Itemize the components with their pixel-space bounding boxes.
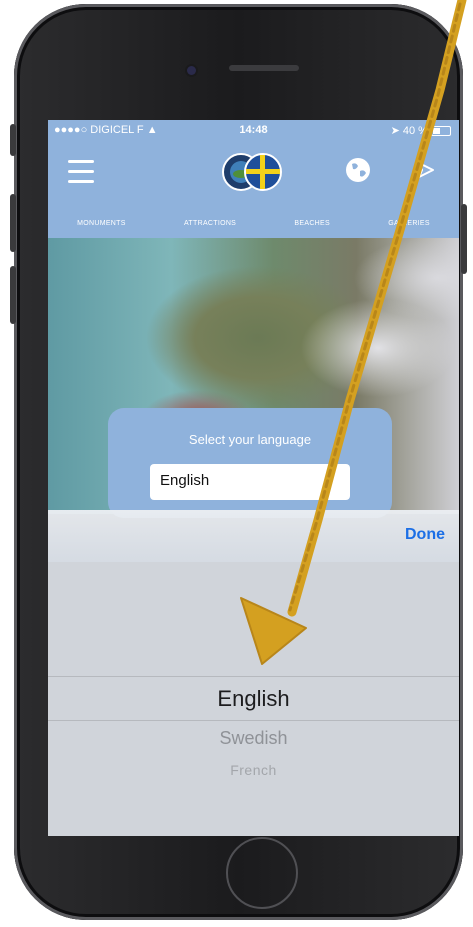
volume-down-button	[10, 266, 16, 324]
wifi-icon: ▲	[146, 124, 158, 136]
language-select-field[interactable]: English	[150, 464, 350, 500]
app-logo-icon	[222, 153, 282, 191]
phone-screen: 14:48 ●●●●○ DIGICEL F ▲ ➤ 40 % MONUMENTS…	[48, 120, 459, 836]
picker-option-swedish[interactable]: Swedish	[48, 728, 459, 749]
nav-item-attractions[interactable]: ATTRACTIONS	[184, 220, 236, 227]
status-carrier: ●●●●○ DIGICEL F ▲	[54, 124, 158, 140]
location-icon: ➤	[390, 125, 400, 137]
hamburger-menu-icon[interactable]	[68, 160, 94, 183]
app-header: 14:48 ●●●●○ DIGICEL F ▲ ➤ 40 % MONUMENTS…	[48, 120, 459, 238]
picker-selection-top	[48, 676, 459, 677]
language-picker-wheel[interactable]: English Swedish French	[48, 562, 459, 836]
language-modal: Select your language English	[108, 408, 392, 518]
picker-option-french[interactable]: French	[48, 762, 459, 778]
done-button[interactable]: Done	[405, 526, 445, 544]
battery-percent: 40 %	[402, 125, 428, 137]
mute-switch	[10, 124, 16, 156]
battery-icon	[431, 126, 451, 137]
carrier-text: ●●●●○ DIGICEL F	[54, 124, 144, 136]
nav-item-galleries[interactable]: GALLERIES	[388, 220, 430, 227]
picker-toolbar: Done	[48, 510, 459, 562]
language-modal-title: Select your language	[188, 432, 312, 447]
nav-item-beaches[interactable]: BEACHES	[294, 220, 330, 227]
category-nav: MONUMENTS ATTRACTIONS BEACHES GALLERIES	[48, 212, 459, 234]
power-button	[461, 204, 467, 274]
globe-icon[interactable]	[344, 156, 372, 184]
share-icon[interactable]	[416, 160, 436, 180]
front-camera	[187, 66, 196, 75]
earpiece-speaker	[229, 65, 299, 71]
volume-up-button	[10, 194, 16, 252]
picker-option-english[interactable]: English	[48, 686, 459, 712]
nav-item-monuments[interactable]: MONUMENTS	[77, 220, 126, 227]
status-battery: ➤ 40 %	[391, 124, 451, 140]
home-button[interactable]	[226, 837, 298, 909]
picker-selection-bottom	[48, 720, 459, 721]
